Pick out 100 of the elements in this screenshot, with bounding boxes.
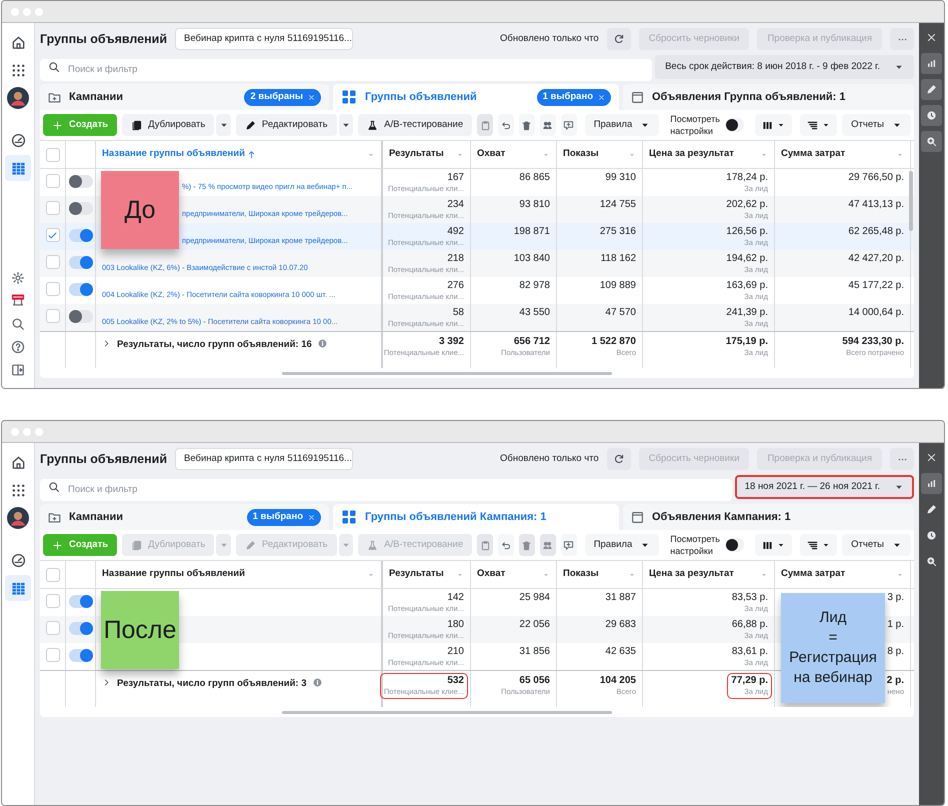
table-cell: 47 413,13 р. bbox=[848, 199, 904, 211]
close-icon bbox=[308, 94, 315, 100]
table-cell: 218 bbox=[447, 253, 464, 265]
checkbox[interactable] bbox=[46, 255, 60, 269]
breakdown-dropdown[interactable] bbox=[800, 114, 838, 136]
toggle-switch[interactable] bbox=[68, 622, 92, 635]
toolbar-icon-button[interactable] bbox=[560, 114, 577, 136]
home-icon bbox=[10, 454, 26, 470]
column-header[interactable]: Результаты bbox=[389, 147, 444, 162]
toolbar-icon-button[interactable] bbox=[518, 114, 535, 136]
caret-icon bbox=[777, 541, 786, 549]
apps-icon bbox=[10, 482, 26, 498]
toolbar-icon-button[interactable] bbox=[560, 534, 577, 556]
refresh-button[interactable] bbox=[606, 448, 631, 470]
table-cell: 178,24 р. bbox=[726, 172, 768, 184]
rules-dropdown[interactable]: Правила bbox=[584, 534, 660, 556]
dropdown-button[interactable] bbox=[338, 114, 354, 136]
table-cell: 83,61 р. bbox=[732, 646, 768, 658]
date-range-button[interactable]: 18 ноя 2021 г. — 26 ноя 2021 г. bbox=[734, 475, 914, 499]
breakdown-dropdown[interactable] bbox=[800, 534, 838, 556]
column-header[interactable]: Охват bbox=[477, 567, 506, 582]
search-field[interactable]: Поиск и фильтр bbox=[40, 58, 652, 80]
toggle-switch[interactable] bbox=[68, 595, 92, 608]
column-header[interactable]: Цена за результат bbox=[649, 147, 734, 162]
selection-badge[interactable]: 1 выбрано bbox=[246, 508, 321, 526]
dropdown-button[interactable] bbox=[216, 114, 231, 136]
scrollbar[interactable] bbox=[282, 372, 612, 374]
checkbox[interactable] bbox=[46, 648, 60, 662]
date-range-button[interactable]: Весь срок действия: 8 июн 2018 г. - 9 фев 2022 г. bbox=[655, 55, 914, 79]
search-icon bbox=[11, 316, 25, 330]
toggle-switch[interactable] bbox=[68, 175, 92, 188]
table-cell: 109 889 bbox=[600, 280, 636, 292]
account-dropdown[interactable]: Вебинар крипта с нуля 51169195116... bbox=[175, 28, 354, 50]
trash-icon bbox=[521, 540, 532, 550]
checkbox[interactable] bbox=[46, 568, 60, 582]
tab[interactable]: Объявления Кампания: 1 bbox=[623, 504, 914, 530]
column-header[interactable]: Название группы объявлений bbox=[102, 567, 245, 582]
column-header[interactable]: Цена за результат bbox=[649, 567, 734, 582]
tab[interactable]: Объявления Группа объявлений: 1 bbox=[623, 84, 914, 110]
nav-button[interactable] bbox=[5, 85, 31, 111]
selection-badge[interactable]: 1 выбрано bbox=[536, 88, 611, 106]
rules-dropdown[interactable]: Правила bbox=[584, 114, 660, 136]
toggle-switch[interactable] bbox=[68, 649, 92, 662]
nav-button[interactable] bbox=[5, 505, 31, 531]
columns-dropdown[interactable] bbox=[755, 534, 792, 556]
tab[interactable]: Кампании 2 выбраны bbox=[40, 84, 329, 110]
tab[interactable]: Группы объявлений 1 выбрано bbox=[333, 84, 619, 110]
caret-icon bbox=[822, 541, 830, 549]
checkbox[interactable] bbox=[46, 282, 60, 296]
reports-dropdown[interactable]: Отчеты bbox=[842, 534, 911, 556]
refresh-button[interactable] bbox=[606, 28, 631, 50]
table-cell: 126,56 р. bbox=[726, 226, 768, 238]
toolbar-button[interactable]: Дублировать bbox=[122, 114, 214, 136]
toggle-switch[interactable] bbox=[724, 118, 744, 132]
column-header[interactable]: Показы bbox=[563, 147, 599, 162]
reports-dropdown[interactable]: Отчеты bbox=[842, 114, 911, 136]
panel-button[interactable] bbox=[921, 53, 942, 74]
toggle-switch[interactable] bbox=[68, 202, 92, 215]
search-icon bbox=[48, 481, 60, 493]
scrollbar[interactable] bbox=[282, 710, 612, 714]
checkbox[interactable] bbox=[46, 594, 60, 608]
toggle-switch[interactable] bbox=[68, 310, 92, 323]
checkbox[interactable] bbox=[46, 621, 60, 635]
columns-dropdown[interactable] bbox=[755, 114, 792, 136]
toolbar-button[interactable]: Редактировать bbox=[236, 114, 337, 136]
column-header[interactable]: Название группы объявлений bbox=[102, 147, 245, 162]
search-field[interactable]: Поиск и фильтр bbox=[40, 478, 732, 500]
tab[interactable]: Кампании 1 выбрано bbox=[40, 504, 329, 530]
toolbar-button[interactable]: A/B-тестирование bbox=[358, 114, 472, 136]
panel-button[interactable] bbox=[921, 131, 942, 152]
column-header[interactable]: Охват bbox=[477, 147, 506, 162]
checkbox[interactable] bbox=[46, 148, 60, 162]
toggle-switch[interactable] bbox=[68, 229, 92, 242]
toolbar-icon-button[interactable] bbox=[498, 114, 514, 136]
plus-icon bbox=[52, 540, 63, 550]
selection-badge[interactable]: 2 выбраны bbox=[244, 88, 321, 106]
table-cell: 93 810 bbox=[519, 199, 550, 211]
panel-button[interactable] bbox=[921, 79, 942, 100]
flask-icon bbox=[367, 120, 378, 130]
column-header[interactable]: Сумма затрат bbox=[781, 147, 846, 162]
column-header[interactable]: Сумма затрат bbox=[781, 567, 846, 582]
checkbox[interactable] bbox=[46, 174, 60, 188]
scrollbar[interactable] bbox=[909, 171, 913, 231]
copy-icon bbox=[131, 120, 142, 130]
panel-button[interactable] bbox=[921, 473, 942, 494]
toggle-switch[interactable] bbox=[68, 256, 92, 269]
toolbar-icon-button[interactable] bbox=[498, 534, 514, 556]
toggle-switch[interactable] bbox=[68, 283, 92, 296]
account-dropdown[interactable]: Вебинар крипта с нуля 51169195116... bbox=[175, 448, 354, 470]
toolbar-icon-button[interactable] bbox=[540, 114, 556, 136]
checkbox[interactable] bbox=[46, 228, 60, 242]
help-icon bbox=[11, 340, 25, 354]
toggle-switch[interactable] bbox=[724, 538, 744, 552]
checkbox[interactable] bbox=[46, 201, 60, 215]
columns-icon bbox=[762, 540, 774, 550]
column-header[interactable]: Показы bbox=[563, 567, 599, 582]
column-header[interactable]: Результаты bbox=[389, 567, 444, 582]
panel-button[interactable] bbox=[921, 105, 942, 126]
checkbox[interactable] bbox=[46, 309, 60, 323]
tab[interactable]: Группы объявлений Кампания: 1 bbox=[333, 504, 619, 530]
